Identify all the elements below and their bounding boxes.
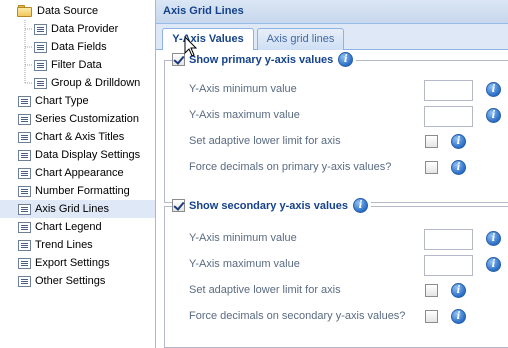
- primary-max-input[interactable]: [424, 106, 473, 127]
- secondary-group-title: Show secondary y-axis values: [189, 199, 348, 212]
- info-icon[interactable]: i: [486, 231, 501, 246]
- tree-item-trend-lines[interactable]: Trend Lines: [0, 236, 155, 254]
- settings-tree: Data Source Data Provider Data Fields Fi…: [0, 0, 155, 348]
- page-icon: [18, 257, 31, 269]
- mouse-cursor-icon: [184, 36, 198, 57]
- tree-item-label: Data Fields: [51, 41, 107, 53]
- tab-y-axis-values[interactable]: Y-Axis Values: [162, 28, 254, 51]
- page-icon: [18, 131, 31, 143]
- tree-item-data-display-settings[interactable]: Data Display Settings: [0, 146, 155, 164]
- primary-adaptive-label: Set adaptive lower limit for axis: [189, 135, 341, 147]
- tree-item-label: Data Display Settings: [35, 149, 141, 161]
- tree-item-label: Data Provider: [51, 23, 119, 35]
- tree-item-number-formatting[interactable]: Number Formatting: [0, 182, 155, 200]
- page-icon: [18, 221, 31, 233]
- tree-item-label: Chart Legend: [35, 221, 102, 233]
- tree-item-label: Data Source: [37, 5, 99, 17]
- tree-item-label: Series Customization: [35, 113, 139, 125]
- tree-item-data-source[interactable]: Data Source: [0, 2, 155, 20]
- page-icon: [18, 95, 31, 107]
- primary-decimals-label: Force decimals on primary y-axis values?: [189, 161, 392, 173]
- tree-item-filter-data[interactable]: Filter Data: [0, 56, 155, 74]
- page-icon: [18, 239, 31, 251]
- tree-item-label: Axis Grid Lines: [35, 203, 109, 215]
- primary-adaptive-checkbox[interactable]: [425, 135, 438, 148]
- primary-group-legend: Show primary y-axis values i: [172, 52, 357, 67]
- secondary-max-label: Y-Axis maximum value: [189, 258, 300, 270]
- settings-panel: Axis Grid Lines Y-Axis Values Axis grid …: [155, 0, 508, 348]
- secondary-max-input[interactable]: [424, 255, 473, 276]
- page-icon: [18, 167, 31, 179]
- tree-item-data-provider[interactable]: Data Provider: [0, 20, 155, 38]
- secondary-y-axis-group: Show secondary y-axis values i Y-Axis mi…: [164, 198, 508, 348]
- info-icon[interactable]: i: [451, 134, 466, 149]
- tree-item-other-settings[interactable]: Other Settings: [0, 272, 155, 290]
- tree-item-label: Group & Drilldown: [51, 77, 141, 89]
- tree-item-chart-legend[interactable]: Chart Legend: [0, 218, 155, 236]
- secondary-decimals-label: Force decimals on secondary y-axis value…: [189, 310, 406, 322]
- primary-decimals-checkbox[interactable]: [425, 161, 438, 174]
- page-icon: [18, 185, 31, 197]
- page-icon: [18, 149, 31, 161]
- panel-title: Axis Grid Lines: [156, 0, 508, 24]
- page-icon: [18, 203, 31, 215]
- tree-item-label: Trend Lines: [35, 239, 93, 251]
- info-icon[interactable]: i: [338, 52, 354, 67]
- primary-min-input[interactable]: [424, 80, 473, 101]
- primary-group-title: Show primary y-axis values: [189, 53, 334, 66]
- tree-item-label: Number Formatting: [35, 185, 130, 197]
- page-icon: [18, 113, 31, 125]
- info-icon[interactable]: i: [352, 198, 368, 213]
- secondary-min-label: Y-Axis minimum value: [189, 232, 297, 244]
- tree-item-group-drilldown[interactable]: Group & Drilldown: [0, 74, 155, 92]
- tree-item-data-fields[interactable]: Data Fields: [0, 38, 155, 56]
- info-icon[interactable]: i: [451, 283, 466, 298]
- page-icon: [34, 77, 47, 89]
- secondary-adaptive-checkbox[interactable]: [425, 284, 438, 297]
- tree-item-label: Filter Data: [51, 59, 102, 71]
- primary-max-label: Y-Axis maximum value: [189, 109, 300, 121]
- tree-item-label: Export Settings: [35, 257, 110, 269]
- info-icon[interactable]: i: [486, 108, 501, 123]
- info-icon[interactable]: i: [486, 257, 501, 272]
- tree-item-export-settings[interactable]: Export Settings: [0, 254, 155, 272]
- primary-min-label: Y-Axis minimum value: [189, 83, 297, 95]
- tree-item-label: Chart Appearance: [35, 167, 124, 179]
- info-icon[interactable]: i: [451, 309, 466, 324]
- tree-item-label: Chart & Axis Titles: [35, 131, 125, 143]
- page-icon: [34, 23, 47, 35]
- folder-icon: [17, 5, 33, 17]
- secondary-group-legend: Show secondary y-axis values i: [172, 198, 371, 213]
- tab-content: Show primary y-axis values i Y-Axis mini…: [156, 50, 508, 348]
- tree-item-chart-type[interactable]: Chart Type: [0, 92, 155, 110]
- info-icon[interactable]: i: [486, 82, 501, 97]
- tree-item-chart-appearance[interactable]: Chart Appearance: [0, 164, 155, 182]
- show-secondary-checkbox[interactable]: [172, 199, 185, 212]
- secondary-adaptive-label: Set adaptive lower limit for axis: [189, 284, 341, 296]
- tree-item-axis-grid-lines[interactable]: Axis Grid Lines: [0, 200, 155, 218]
- tree-item-series-customization[interactable]: Series Customization: [0, 110, 155, 128]
- info-icon[interactable]: i: [451, 160, 466, 175]
- secondary-decimals-checkbox[interactable]: [425, 310, 438, 323]
- tree-item-chart-axis-titles[interactable]: Chart & Axis Titles: [0, 128, 155, 146]
- tab-strip: Y-Axis Values Axis grid lines: [156, 24, 508, 51]
- page-icon: [18, 275, 31, 287]
- tree-item-label: Other Settings: [35, 275, 106, 287]
- secondary-min-input[interactable]: [424, 229, 473, 250]
- tab-axis-grid-lines[interactable]: Axis grid lines: [257, 28, 344, 50]
- primary-y-axis-group: Show primary y-axis values i Y-Axis mini…: [164, 52, 508, 203]
- tree-item-label: Chart Type: [35, 95, 89, 107]
- page-icon: [34, 59, 47, 71]
- page-icon: [34, 41, 47, 53]
